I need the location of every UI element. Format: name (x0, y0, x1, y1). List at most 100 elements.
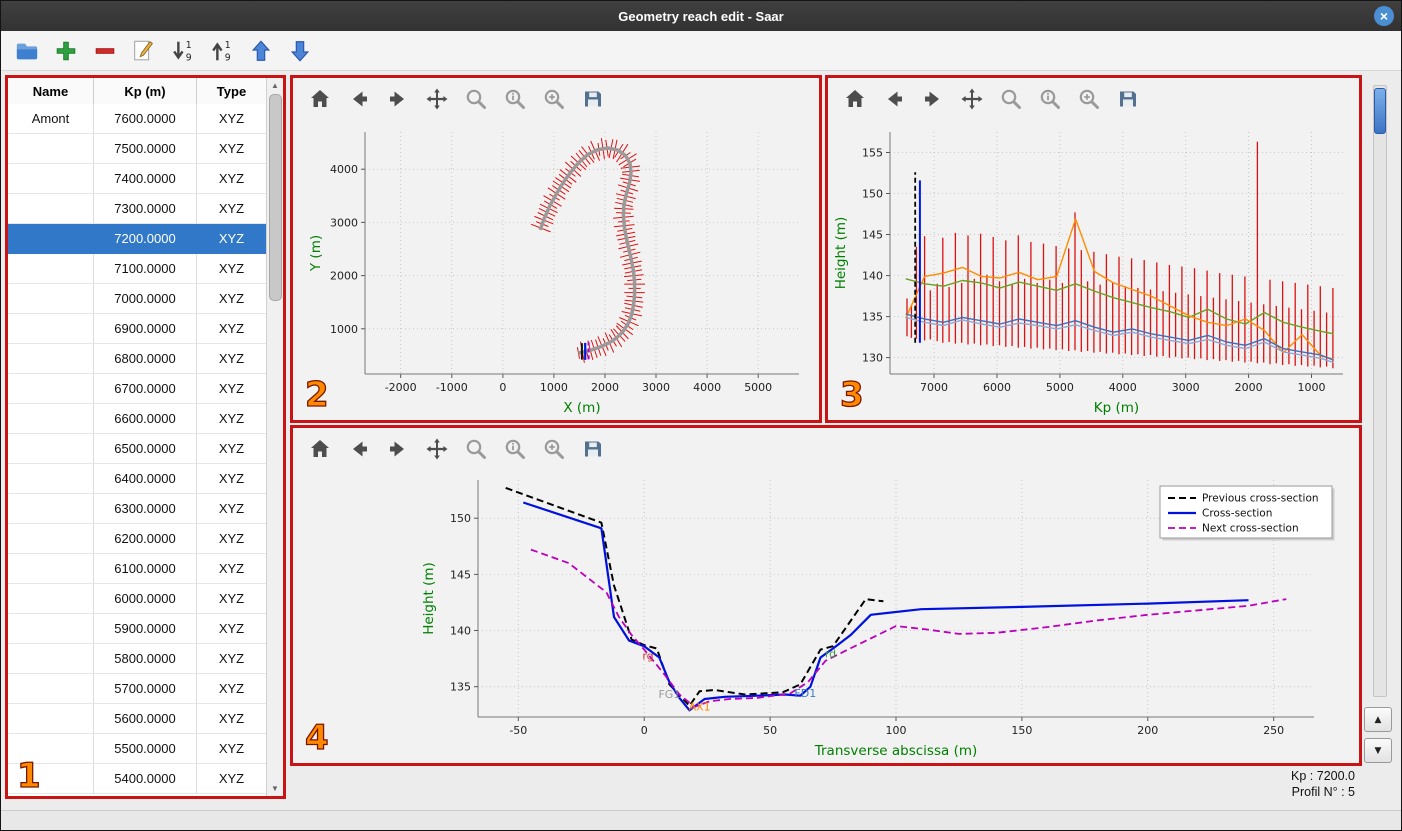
column-header-type[interactable]: Type (197, 78, 267, 104)
move-down-icon[interactable] (286, 37, 314, 65)
open-icon[interactable] (13, 37, 41, 65)
save-icon[interactable] (580, 86, 606, 112)
plan-view-chart[interactable]: -2000 -1000 0 1000 2000 3000 4000 5000 1000 2000 3… (293, 120, 819, 420)
pan-icon[interactable] (424, 86, 450, 112)
cell-name[interactable]: Amont (8, 104, 94, 134)
cell-kp[interactable]: 5900.0000 (94, 614, 197, 644)
cell-type[interactable]: XYZ (197, 554, 267, 584)
table-row[interactable]: 6400.0000 XYZ (8, 464, 267, 494)
cell-name[interactable] (8, 554, 94, 584)
cell-name[interactable] (8, 194, 94, 224)
vertical-slider[interactable] (1373, 85, 1387, 697)
move-up-icon[interactable] (247, 37, 275, 65)
cell-type[interactable]: XYZ (197, 284, 267, 314)
axes-options-icon[interactable] (502, 436, 528, 462)
cell-name[interactable] (8, 584, 94, 614)
pan-icon[interactable] (959, 86, 985, 112)
cell-type[interactable]: XYZ (197, 494, 267, 524)
zoom-rect-icon[interactable] (541, 436, 567, 462)
cell-name[interactable] (8, 254, 94, 284)
cell-name[interactable] (8, 164, 94, 194)
table-row[interactable]: 5900.0000 XYZ (8, 614, 267, 644)
cell-name[interactable] (8, 224, 94, 254)
cell-type[interactable]: XYZ (197, 374, 267, 404)
cell-name[interactable] (8, 524, 94, 554)
save-icon[interactable] (1115, 86, 1141, 112)
forward-icon[interactable] (385, 436, 411, 462)
table-row[interactable]: 6200.0000 XYZ (8, 524, 267, 554)
table-row[interactable]: 6900.0000 XYZ (8, 314, 267, 344)
cell-kp[interactable]: 7200.0000 (94, 224, 197, 254)
table-row[interactable]: 5500.0000 XYZ (8, 734, 267, 764)
cell-type[interactable]: XYZ (197, 254, 267, 284)
cell-name[interactable] (8, 344, 94, 374)
table-row[interactable]: 7400.0000 XYZ (8, 164, 267, 194)
profile-up-button[interactable]: ▲ (1364, 707, 1392, 732)
pan-icon[interactable] (424, 436, 450, 462)
scroll-up-icon[interactable]: ▲ (267, 79, 283, 92)
profile-down-button[interactable]: ▼ (1364, 738, 1392, 763)
cell-name[interactable] (8, 644, 94, 674)
cell-name[interactable] (8, 464, 94, 494)
cell-type[interactable]: XYZ (197, 614, 267, 644)
axes-options-icon[interactable] (502, 86, 528, 112)
cross-section-chart[interactable]: -50 0 50 100 150 200 250 135 140 145 150 rg rd FG1 AX1… (293, 470, 1359, 763)
cell-kp[interactable]: 7000.0000 (94, 284, 197, 314)
axes-options-icon[interactable] (1037, 86, 1063, 112)
cell-kp[interactable]: 6300.0000 (94, 494, 197, 524)
table-row[interactable]: 5800.0000 XYZ (8, 644, 267, 674)
cell-kp[interactable]: 7300.0000 (94, 194, 197, 224)
cell-name[interactable] (8, 374, 94, 404)
remove-icon[interactable] (91, 37, 119, 65)
zoom-rect-icon[interactable] (541, 86, 567, 112)
save-icon[interactable] (580, 436, 606, 462)
cell-type[interactable]: XYZ (197, 314, 267, 344)
cell-type[interactable]: XYZ (197, 164, 267, 194)
column-header-kp[interactable]: Kp (m) (94, 78, 197, 104)
forward-icon[interactable] (385, 86, 411, 112)
table-row[interactable]: 6700.0000 XYZ (8, 374, 267, 404)
cell-type[interactable]: XYZ (197, 344, 267, 374)
table-row[interactable]: 5400.0000 XYZ (8, 764, 267, 794)
cell-type[interactable]: XYZ (197, 704, 267, 734)
table-row[interactable]: 7200.0000 XYZ (8, 224, 267, 254)
scroll-down-icon[interactable]: ▼ (267, 782, 283, 795)
cell-name[interactable] (8, 284, 94, 314)
cell-name[interactable] (8, 704, 94, 734)
cell-kp[interactable]: 5700.0000 (94, 674, 197, 704)
table-row[interactable]: 6800.0000 XYZ (8, 344, 267, 374)
table-scrollbar-thumb[interactable] (269, 94, 282, 301)
cell-kp[interactable]: 6600.0000 (94, 404, 197, 434)
cell-type[interactable]: XYZ (197, 524, 267, 554)
zoom-rect-icon[interactable] (1076, 86, 1102, 112)
cell-kp[interactable]: 5800.0000 (94, 644, 197, 674)
cell-type[interactable]: XYZ (197, 104, 267, 134)
cell-name[interactable] (8, 314, 94, 344)
table-row[interactable]: 6000.0000 XYZ (8, 584, 267, 614)
sort-asc-icon[interactable]: 19 (208, 37, 236, 65)
back-icon[interactable] (346, 86, 372, 112)
cell-type[interactable]: XYZ (197, 764, 267, 794)
cell-name[interactable] (8, 434, 94, 464)
edit-icon[interactable] (130, 37, 158, 65)
slider-thumb[interactable] (1374, 88, 1386, 134)
table-row[interactable]: 7000.0000 XYZ (8, 284, 267, 314)
cell-kp[interactable]: 5500.0000 (94, 734, 197, 764)
cell-kp[interactable]: 6100.0000 (94, 554, 197, 584)
cell-type[interactable]: XYZ (197, 224, 267, 254)
cell-kp[interactable]: 5400.0000 (94, 764, 197, 794)
cell-type[interactable]: XYZ (197, 644, 267, 674)
cell-name[interactable] (8, 404, 94, 434)
cell-name[interactable] (8, 674, 94, 704)
table-row[interactable]: 7100.0000 XYZ (8, 254, 267, 284)
table-row[interactable]: 6600.0000 XYZ (8, 404, 267, 434)
cell-type[interactable]: XYZ (197, 464, 267, 494)
cell-type[interactable]: XYZ (197, 404, 267, 434)
cell-kp[interactable]: 6000.0000 (94, 584, 197, 614)
cell-type[interactable]: XYZ (197, 734, 267, 764)
table-row[interactable]: 7300.0000 XYZ (8, 194, 267, 224)
cell-kp[interactable]: 6700.0000 (94, 374, 197, 404)
home-icon[interactable] (842, 86, 868, 112)
cell-type[interactable]: XYZ (197, 584, 267, 614)
home-icon[interactable] (307, 86, 333, 112)
